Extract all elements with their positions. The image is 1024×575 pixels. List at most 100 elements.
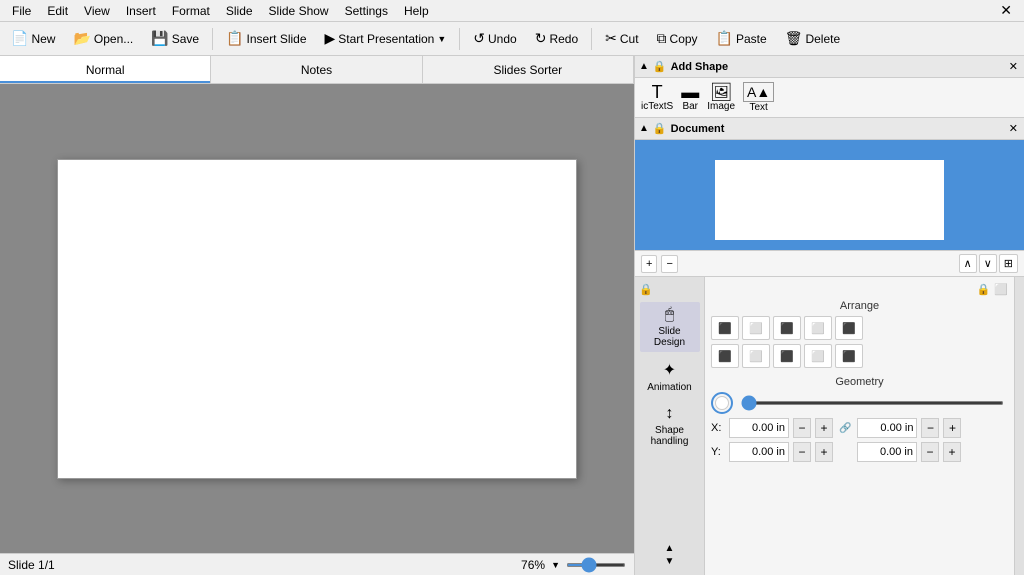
shape-icontexts-label: icTextS (641, 101, 673, 112)
sidebar-item-animation[interactable]: ✦ Animation (640, 356, 700, 397)
color-slider[interactable] (741, 401, 1004, 405)
right-scrollbar[interactable] (1014, 277, 1024, 575)
toolbar-sep-2 (459, 28, 460, 50)
delete-icon: 🗑 (785, 30, 803, 47)
tab-slides-sorter[interactable]: Slides Sorter (423, 56, 634, 83)
geometry-x-plus-2[interactable]: + (943, 418, 961, 438)
sidebar-item-shape-handling[interactable]: ↕ Shape handling (640, 401, 700, 451)
document-preview (635, 140, 1024, 250)
doc-grid-btn[interactable]: ⊞ (999, 254, 1018, 273)
shape-icontexts[interactable]: T icTextS (641, 83, 673, 112)
geometry-y-minus-1[interactable]: − (793, 442, 811, 462)
arrange-btn-2[interactable]: ⬜ (742, 316, 770, 340)
add-shape-panel: ▲ 🔒 Add Shape ✕ T icTextS ▬ Bar � (635, 56, 1024, 118)
geometry-x-row: X: − + 🔗 − + (711, 418, 1008, 438)
geometry-x-input-1[interactable] (729, 418, 789, 438)
zoom-slider[interactable] (566, 563, 626, 567)
geometry-y-plus-2[interactable]: + (943, 442, 961, 462)
arrange-title: Arrange (711, 300, 1008, 312)
menu-edit[interactable]: Edit (39, 2, 76, 20)
add-shape-lock-icon: 🔒 (653, 60, 667, 73)
color-outer-circle[interactable] (711, 392, 733, 414)
shape-text[interactable]: A▲ Text (743, 82, 774, 113)
open-icon: 📂 (73, 30, 90, 47)
doc-down-btn[interactable]: ∨ (979, 254, 997, 273)
arrange-btn-9[interactable]: ⬜ (804, 344, 832, 368)
toolbar: 📄 New 📂 Open... 💾 Save 📋 Insert Slide ▶ … (0, 22, 1024, 56)
redo-button[interactable]: ↻ Redo (528, 26, 585, 51)
doc-up-btn[interactable]: ∧ (959, 254, 977, 273)
menu-slide[interactable]: Slide (218, 2, 261, 20)
doc-remove-btn[interactable]: − (661, 255, 677, 273)
tab-notes[interactable]: Notes (211, 56, 422, 83)
geometry-y-input-2[interactable] (857, 442, 917, 462)
document-close[interactable]: ✕ (1007, 122, 1020, 135)
cut-button[interactable]: ✂ Cut (598, 26, 645, 51)
document-header: ▲ 🔒 Document ✕ (635, 118, 1024, 140)
props-content-expand[interactable]: ⬜ (994, 283, 1008, 296)
shape-bar-label: Bar (682, 101, 698, 112)
geometry-section: Geometry X: − + (711, 376, 1008, 462)
save-button[interactable]: 💾 Save (144, 26, 206, 51)
arrange-btn-3[interactable]: ⬛ (773, 316, 801, 340)
tab-normal[interactable]: Normal (0, 56, 211, 83)
new-button[interactable]: 📄 New (4, 26, 62, 51)
arrange-btn-8[interactable]: ⬛ (773, 344, 801, 368)
geometry-title: Geometry (711, 376, 1008, 388)
insert-slide-icon: 📋 (226, 30, 243, 47)
shape-image[interactable]: 🖼 Image (707, 83, 735, 112)
slide-area[interactable] (0, 84, 634, 553)
menu-help[interactable]: Help (396, 2, 437, 20)
geometry-x-minus-1[interactable]: − (793, 418, 811, 438)
shape-image-icon: 🖼 (710, 83, 733, 101)
menu-settings[interactable]: Settings (337, 2, 396, 20)
doc-add-btn[interactable]: + (641, 255, 657, 273)
geometry-y-input-1[interactable] (729, 442, 789, 462)
menu-file[interactable]: File (4, 2, 39, 20)
sidebar-item-slide-design[interactable]: 🖱 Slide Design (640, 302, 700, 352)
menu-slideshow[interactable]: Slide Show (261, 2, 337, 20)
menu-view[interactable]: View (76, 2, 118, 20)
zoom-dropdown-icon[interactable]: ▼ (551, 560, 560, 570)
paste-button[interactable]: 📋 Paste (709, 26, 774, 51)
toolbar-sep-3 (591, 28, 592, 50)
geometry-y-minus-2[interactable]: − (921, 442, 939, 462)
document-collapse[interactable]: ▲ (639, 123, 649, 134)
statusbar: Slide 1/1 76% ▼ (0, 553, 634, 575)
document-title: Document (671, 123, 725, 135)
arrange-btn-4[interactable]: ⬜ (804, 316, 832, 340)
main-area: Normal Notes Slides Sorter Slide 1/1 76%… (0, 56, 1024, 575)
add-shape-close[interactable]: ✕ (1007, 60, 1020, 73)
add-shape-header-left: ▲ 🔒 Add Shape (639, 60, 728, 73)
sidebar-scroll-up[interactable]: ▲ (665, 543, 675, 554)
menu-format[interactable]: Format (164, 2, 218, 20)
arrange-btn-10[interactable]: ⬛ (835, 344, 863, 368)
insert-slide-button[interactable]: 📋 Insert Slide (219, 26, 313, 51)
arrange-btn-5[interactable]: ⬛ (835, 316, 863, 340)
shape-bar[interactable]: ▬ Bar (681, 83, 699, 112)
sidebar-scroll-down[interactable]: ▼ (665, 556, 675, 567)
delete-button[interactable]: 🗑 Delete (778, 26, 847, 51)
color-inner-circle (715, 396, 729, 410)
arrange-btn-7[interactable]: ⬜ (742, 344, 770, 368)
copy-button[interactable]: ⧉ Copy (650, 26, 705, 51)
right-panel: ▲ 🔒 Add Shape ✕ T icTextS ▬ Bar � (634, 56, 1024, 575)
start-presentation-button[interactable]: ▶ Start Presentation ▼ (318, 26, 454, 51)
document-header-icons: ✕ (1007, 122, 1020, 135)
undo-button[interactable]: ↺ Undo (466, 26, 523, 51)
arrange-btn-6[interactable]: ⬛ (711, 344, 739, 368)
arrange-btn-1[interactable]: ⬛ (711, 316, 739, 340)
add-shape-collapse[interactable]: ▲ (639, 61, 649, 72)
arrange-section: Arrange ⬛ ⬜ ⬛ ⬜ ⬛ ⬛ ⬜ ⬛ ⬜ ⬛ (711, 300, 1008, 368)
shape-icontexts-icon: T (652, 83, 663, 101)
geometry-x-plus-1[interactable]: + (815, 418, 833, 438)
geometry-y-plus-1[interactable]: + (815, 442, 833, 462)
open-button[interactable]: 📂 Open... (66, 26, 140, 51)
geometry-x-minus-2[interactable]: − (921, 418, 939, 438)
props-content-lock: 🔒 (977, 283, 991, 296)
sidebar-item-animation-label: Animation (647, 382, 691, 393)
menu-insert[interactable]: Insert (118, 2, 164, 20)
window-close[interactable]: ✕ (992, 2, 1020, 19)
presentation-dropdown-icon[interactable]: ▼ (437, 34, 446, 44)
geometry-x-input-2[interactable] (857, 418, 917, 438)
